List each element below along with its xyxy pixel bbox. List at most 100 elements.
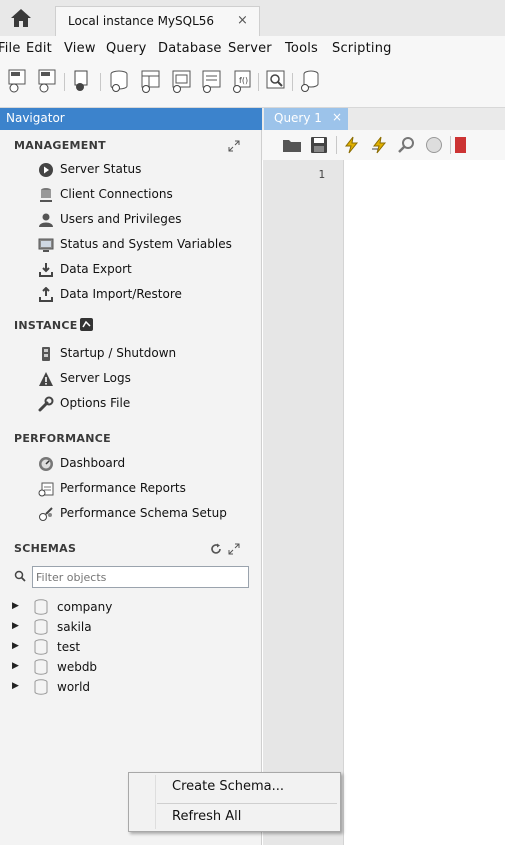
schema-item-webdb[interactable]: ▶ webdb: [12, 659, 212, 677]
execute-icon[interactable]: [342, 136, 362, 154]
nav-item-server-logs[interactable]: Server Logs: [38, 369, 258, 391]
schema-filter-input[interactable]: [32, 566, 249, 588]
expand-arrow-icon[interactable]: ▶: [12, 621, 19, 631]
menu-tools[interactable]: Tools: [285, 41, 318, 56]
expand-arrow-icon[interactable]: ▶: [12, 661, 19, 671]
schemas-section-title: SCHEMAS: [14, 542, 77, 555]
database-icon: [34, 679, 48, 695]
menu-database[interactable]: Database: [158, 41, 222, 56]
nav-item-status-and-system-variables[interactable]: Status and System Variables: [38, 235, 258, 257]
nav-item-options-file[interactable]: Options File: [38, 394, 258, 416]
schema-item-test[interactable]: ▶ test: [12, 639, 212, 657]
sql-editor[interactable]: [345, 160, 505, 845]
close-tab-icon[interactable]: ×: [332, 110, 342, 124]
explain-icon[interactable]: [397, 136, 417, 154]
nav-item-label: Data Import/Restore: [60, 287, 182, 301]
expand-icon[interactable]: [228, 140, 240, 152]
menu-server[interactable]: Server: [228, 41, 272, 56]
create-schema-menu-item[interactable]: Create Schema...: [129, 775, 340, 801]
stop-icon[interactable]: [424, 136, 444, 154]
create-table-icon[interactable]: [139, 68, 163, 94]
warning-icon: [39, 372, 53, 386]
svg-text:f(): f(): [239, 76, 248, 85]
database-icon: [34, 619, 48, 635]
schema-label: sakila: [57, 620, 92, 634]
data-import-icon: [39, 287, 53, 302]
nav-item-label: Performance Schema Setup: [60, 506, 227, 520]
nav-item-label: Client Connections: [60, 187, 173, 201]
toolbar-separator: [100, 73, 101, 91]
menu-view[interactable]: View: [64, 41, 96, 56]
nav-item-server-status[interactable]: Server Status: [38, 160, 258, 182]
create-view-icon[interactable]: [170, 68, 194, 94]
schema-label: test: [57, 640, 81, 654]
menu-query[interactable]: Query: [106, 41, 147, 56]
nav-item-label: Dashboard: [60, 456, 126, 470]
nav-item-label: Data Export: [60, 262, 132, 276]
schema-label: webdb: [57, 660, 98, 674]
nav-item-label: Status and System Variables: [60, 237, 232, 251]
nav-item-label: Performance Reports: [60, 481, 186, 495]
menu-edit[interactable]: Edit: [26, 41, 52, 56]
schema-setup-icon: [39, 507, 53, 521]
navigator-panel: MANAGEMENT Server Status Client Connecti…: [0, 130, 262, 845]
users-icon: [39, 213, 53, 227]
nav-item-startup-shutdown[interactable]: Startup / Shutdown: [38, 344, 258, 366]
schema-item-sakila[interactable]: ▶ sakila: [12, 619, 212, 637]
nav-item-performance-schema-setup[interactable]: Performance Schema Setup: [38, 504, 258, 526]
execute-current-icon[interactable]: [370, 136, 390, 154]
database-icon: [34, 639, 48, 655]
schema-item-company[interactable]: ▶ company: [12, 599, 212, 617]
database-icon: [34, 599, 48, 615]
navigator-header: Navigator: [0, 108, 262, 130]
new-sql-tab-icon[interactable]: [6, 68, 30, 94]
management-section-title: MANAGEMENT: [14, 139, 106, 152]
error-toggle-icon[interactable]: [454, 136, 466, 154]
create-procedure-icon[interactable]: [200, 68, 224, 94]
menu-scripting[interactable]: Scripting: [332, 41, 392, 56]
nav-item-performance-reports[interactable]: Performance Reports: [38, 479, 258, 501]
create-function-icon[interactable]: f(): [230, 68, 254, 94]
open-sql-script-icon[interactable]: [36, 68, 60, 94]
refresh-all-menu-item[interactable]: Refresh All: [129, 805, 340, 831]
schema-item-world[interactable]: ▶ world: [12, 679, 212, 697]
server-status-icon: [39, 163, 53, 177]
nav-item-client-connections[interactable]: Client Connections: [38, 185, 258, 207]
query-tab[interactable]: Query 1 ×: [264, 108, 348, 130]
reconnect-icon[interactable]: [298, 68, 322, 94]
expand-arrow-icon[interactable]: ▶: [12, 641, 19, 651]
menu-file[interactable]: File: [0, 41, 21, 56]
refresh-icon[interactable]: [210, 543, 222, 555]
nav-item-data-import-restore[interactable]: Data Import/Restore: [38, 285, 258, 307]
connection-tab-label: Local instance MySQL56: [68, 14, 215, 28]
nav-item-data-export[interactable]: Data Export: [38, 260, 258, 282]
nav-item-label: Server Logs: [60, 371, 131, 385]
save-icon[interactable]: [309, 136, 329, 154]
context-menu: Create Schema... Refresh All: [128, 772, 341, 832]
create-schema-icon[interactable]: [108, 68, 132, 94]
search-table-data-icon[interactable]: [264, 68, 288, 94]
expand-icon[interactable]: [228, 543, 240, 555]
reports-icon: [38, 482, 54, 497]
toolbar-separator: [450, 136, 451, 154]
nav-item-users-and-privileges[interactable]: Users and Privileges: [38, 210, 258, 232]
close-tab-icon[interactable]: ×: [237, 13, 248, 28]
query-tab-bar: Query 1 ×: [262, 108, 505, 130]
open-folder-icon[interactable]: [282, 136, 302, 154]
query-toolbar: [262, 130, 505, 160]
toolbar-separator: [292, 73, 293, 91]
home-icon[interactable]: [10, 8, 32, 28]
schema-label: world: [57, 680, 91, 694]
nav-item-label: Options File: [60, 396, 131, 410]
nav-item-label: Server Status: [60, 162, 142, 176]
expand-arrow-icon[interactable]: ▶: [12, 601, 19, 611]
toolbar-separator: [258, 73, 259, 91]
expand-arrow-icon[interactable]: ▶: [12, 681, 19, 691]
connection-tab[interactable]: Local instance MySQL56 ×: [55, 6, 260, 36]
menu-separator: [157, 803, 337, 804]
startup-icon: [42, 347, 50, 361]
nav-item-dashboard[interactable]: Dashboard: [38, 454, 258, 476]
instance-status-icon: [80, 318, 93, 331]
inspector-icon[interactable]: [70, 68, 94, 94]
menu-bar: File Edit View Query Database Server Too…: [0, 36, 505, 62]
